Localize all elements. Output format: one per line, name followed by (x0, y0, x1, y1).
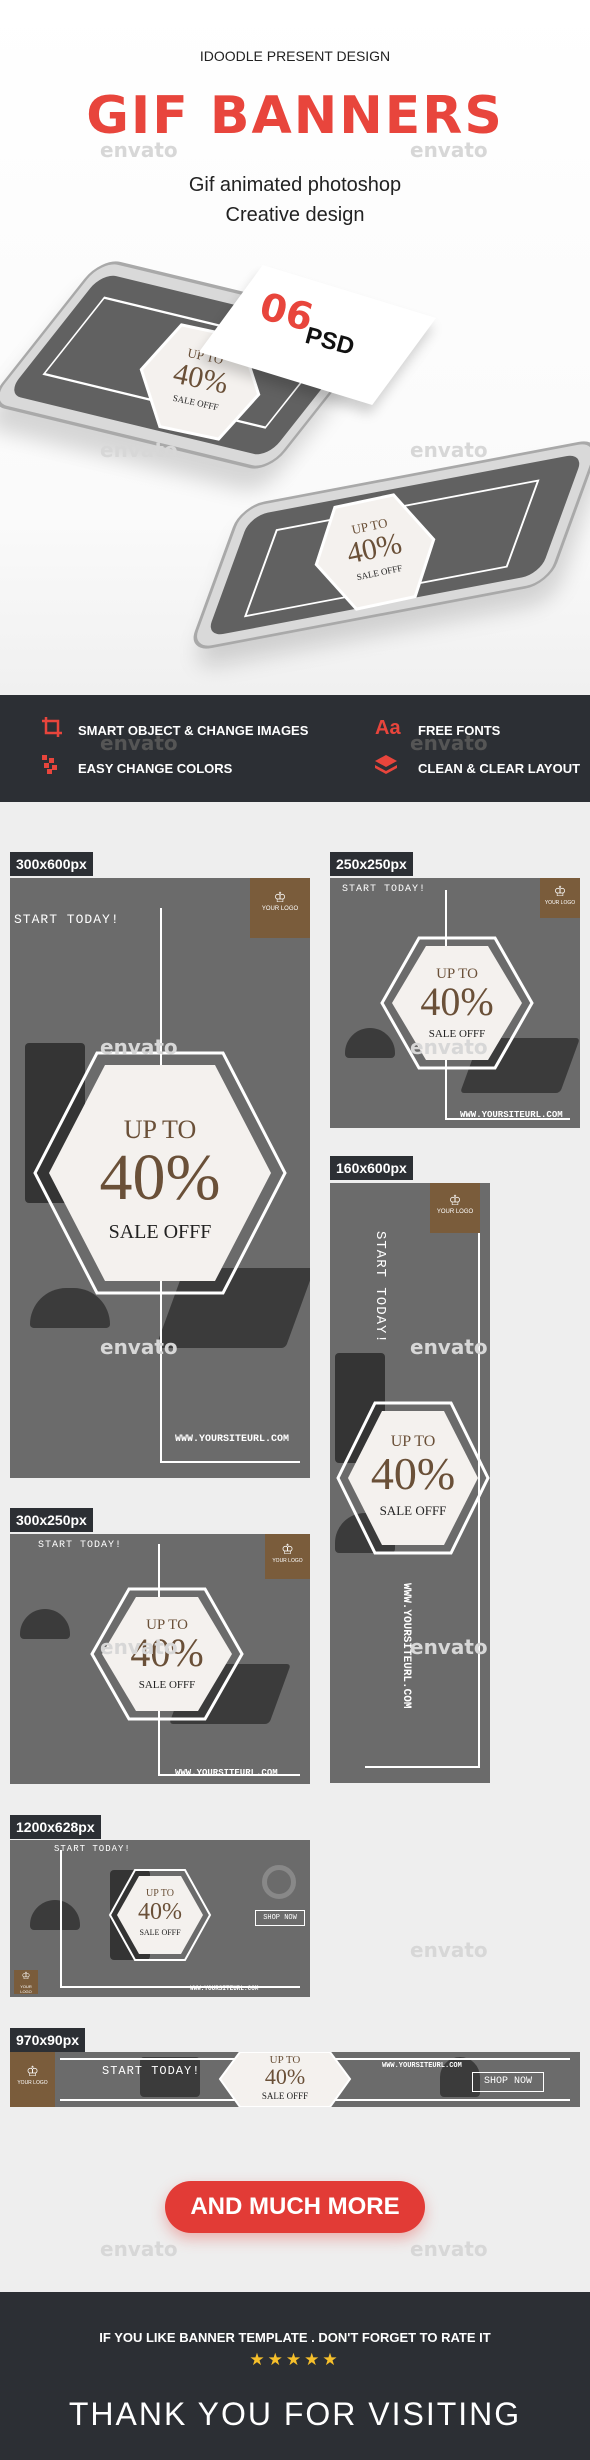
site-url: WWW.YOURSITEURL.COM (190, 1985, 259, 1992)
envato-watermark: envato (410, 1035, 488, 1059)
rating-stars[interactable]: ★★★★★ (0, 2350, 590, 2370)
logo-text: YOUR LOGO (272, 1558, 303, 1564)
sale-text: SALE OFFF (261, 2091, 309, 2101)
envato-watermark: envato (100, 1635, 178, 1659)
sale-text: SALE OFFF (138, 1679, 196, 1691)
logo-text: YOUR LOGO (17, 2080, 48, 2086)
shop-now-button[interactable]: SHOP NOW (472, 2072, 544, 2092)
envato-watermark: envato (100, 138, 178, 162)
envato-watermark: envato (410, 1635, 488, 1659)
logo-box: ♔ YOUR LOGO (250, 878, 310, 938)
sale-hexagon: UP TO 40% SALE OFFF (336, 1401, 490, 1555)
logo-box: ♔ YOUR LOGO (540, 878, 580, 918)
thank-you-text: THANK YOU FOR VISITING (68, 2396, 522, 2432)
logo-icon: ♔ (21, 1971, 31, 1982)
and-much-more-button[interactable]: AND MUCH MORE (165, 2181, 425, 2233)
footer: IF YOU LIKE BANNER TEMPLATE . DON'T FORG… (0, 2292, 590, 2460)
sale-hexagon: UP TO 40% SALE OFFF (218, 2052, 352, 2107)
banner-300x250: START TODAY! ♔ YOUR LOGO UP TO 40% SALE … (10, 1534, 310, 1784)
feature-label: EASY CHANGE COLORS (78, 761, 233, 776)
logo-text: YOUR LOGO (20, 1984, 32, 1994)
size-label-970x90: 970x90px (10, 2028, 86, 2052)
banner-250x250: START TODAY! ♔ YOUR LOGO UP TO 40% SALE … (330, 878, 580, 1128)
logo-text: YOUR LOGO (261, 906, 299, 912)
site-url: WWW.YOURSITEURL.COM (175, 1768, 278, 1778)
sale-text: SALE OFFF (139, 1928, 181, 1937)
product-cap (20, 1609, 70, 1639)
logo-box: ♔ YOUR LOGO (265, 1534, 310, 1579)
sale-hexagon: UP TO 40% SALE OFFF (108, 1869, 212, 1961)
size-label-300x250: 300x250px (10, 1508, 93, 1532)
banner-160x600: START TODAY! ♔ YOUR LOGO UP TO 40% SALE … (330, 1183, 490, 1783)
banner-970x90: ♔ YOUR LOGO START TODAY! UP TO 40% SALE … (10, 2052, 580, 2107)
site-url: WWW.YOURSITEURL.COM (175, 1434, 290, 1445)
start-today-text: START TODAY! (14, 912, 120, 927)
envato-watermark: envato (100, 731, 178, 755)
envato-watermark: envato (410, 138, 488, 162)
layers-icon (375, 755, 397, 783)
envato-watermark: envato (100, 438, 178, 462)
envato-watermark: envato (100, 1035, 178, 1059)
preview-page: IDOODLE PRESENT DESIGN GIF BANNERS Gif a… (0, 0, 590, 2460)
page-title: GIF BANNERS (86, 86, 504, 146)
size-label-1200x628: 1200x628px (10, 1815, 101, 1839)
logo-icon: ♔ (273, 889, 287, 905)
size-label-300x600: 300x600px (10, 852, 93, 876)
percent-text: 40% (99, 1141, 221, 1214)
sale-text: SALE OFFF (108, 1221, 212, 1243)
envato-watermark: envato (410, 1335, 488, 1359)
percent-text: 40% (420, 979, 494, 1024)
banner-300x600: START TODAY! ♔ YOUR LOGO UP TO 40% SALE … (10, 878, 310, 1478)
banner-1200x628: START TODAY! ♔ YOUR LOGO UP TO 40% SALE … (10, 1840, 310, 1997)
subtitle: Gif animated photoshop Creative design (0, 170, 590, 230)
logo-icon: ♔ (281, 1541, 294, 1557)
sale-hexagon: UP TO 40% SALE OFFF (33, 1051, 287, 1295)
percent-text: 40% (264, 2064, 306, 2089)
size-label-250x250: 250x250px (330, 852, 413, 876)
shop-now-button[interactable]: SHOP NOW (255, 1910, 305, 1926)
start-today-text: START TODAY! (372, 1231, 388, 1344)
sale-text: SALE OFFF (379, 1503, 447, 1518)
percent-text: 40% (138, 1899, 182, 1925)
rate-message: IF YOU LIKE BANNER TEMPLATE . DON'T FORG… (99, 2330, 491, 2345)
crop-icon (42, 717, 62, 743)
subtitle-line-2: Creative design (225, 204, 365, 226)
logo-box: ♔ YOUR LOGO (430, 1183, 480, 1233)
logo-text: YOUR LOGO (436, 1209, 474, 1215)
feature-label: CLEAN & CLEAR LAYOUT (418, 761, 581, 776)
size-label-160x600: 160x600px (330, 1156, 413, 1180)
presenter-label: IDOODLE PRESENT DESIGN (199, 48, 391, 64)
hero-section: IDOODLE PRESENT DESIGN GIF BANNERS Gif a… (0, 0, 590, 695)
logo-icon: ♔ (26, 2063, 39, 2079)
envato-watermark: envato (100, 2237, 178, 2261)
start-today-text: START TODAY! (54, 1844, 131, 1854)
envato-watermark: envato (410, 731, 488, 755)
logo-text: YOUR LOGO (544, 900, 576, 906)
envato-watermark: envato (410, 1938, 488, 1962)
features-bar: SMART OBJECT & CHANGE IMAGES EASY CHANGE… (0, 695, 590, 802)
logo-box: ♔ YOUR LOGO (10, 2052, 55, 2107)
logo-icon: ♔ (553, 883, 567, 899)
site-url: WWW.YOURSITEURL.COM (382, 2062, 462, 2070)
palette-icon (42, 755, 62, 781)
logo-icon: ♔ (448, 1192, 462, 1208)
percent-text: 40% (370, 1448, 456, 1499)
start-today-text: START TODAY! (342, 884, 427, 895)
logo-box: ♔ YOUR LOGO (14, 1970, 38, 1994)
envato-watermark: envato (410, 438, 488, 462)
start-today-text: START TODAY! (102, 2064, 201, 2078)
subtitle-line-1: Gif animated photoshop (188, 174, 402, 196)
site-url: WWW.YOURSITEURL.COM (460, 1110, 563, 1120)
envato-watermark: envato (100, 1335, 178, 1359)
envato-watermark: envato (410, 2237, 488, 2261)
start-today-text: START TODAY! (38, 1540, 123, 1551)
font-icon: Aa (375, 717, 401, 739)
